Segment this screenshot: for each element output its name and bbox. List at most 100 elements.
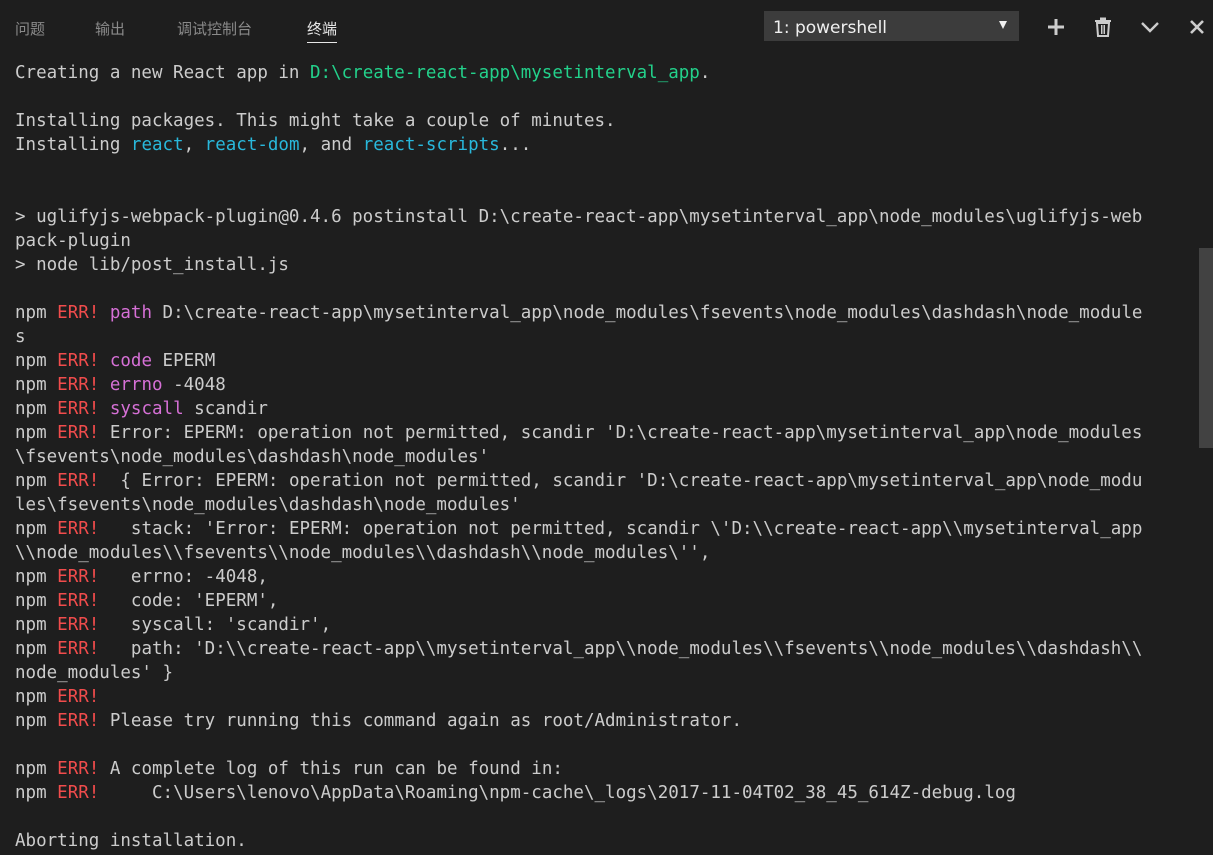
tab-problems[interactable]: 问题 [15,18,45,40]
terminal-text: npm [15,639,58,659]
terminal-text: pack-plugin [15,231,131,251]
terminal-scrollbar[interactable] [1199,56,1213,855]
terminal-text: \\node_modules\\fsevents\\node_modules\\… [15,543,711,563]
panel-header: 问题 输出 调试控制台 终端 1: powershell [0,0,1213,56]
terminal-text: ERR! [57,303,100,323]
terminal-text: stack: 'Error: EPERM: operation not perm… [99,519,1143,539]
terminal-text: npm [15,783,58,803]
terminal-text: react-scripts [362,135,500,155]
terminal-text: ERR! [57,591,100,611]
terminal-text: Aborting installation. [15,831,247,851]
terminal-text: npm [15,351,58,371]
terminal-text: npm [15,591,58,611]
terminal-text: react-dom [204,135,300,155]
terminal-line: npm ERR! code EPERM [15,349,1195,373]
terminal-select[interactable]: 1: powershell [764,11,1019,41]
terminal-text: les\fsevents\node_modules\dashdash\node_… [15,495,521,515]
terminal-text: ERR! [57,567,100,587]
terminal-line: npm ERR! stack: 'Error: EPERM: operation… [15,517,1195,541]
terminal-text: > node lib/post_install.js [15,255,289,275]
terminal-line: npm ERR! errno: -4048, [15,565,1195,589]
terminal-line: npm ERR! [15,685,1195,709]
close-panel-button[interactable] [1184,13,1210,41]
terminal-line: npm ERR! Please try running this command… [15,709,1195,733]
terminal-text: ... [499,135,532,155]
terminal-line: s [15,325,1195,349]
terminal-text: code [109,351,153,371]
terminal-line: Installing packages. This might take a c… [15,109,1195,133]
terminal-line: npm ERR! syscall scandir [15,397,1195,421]
terminal-line: npm ERR! path: 'D:\\create-react-app\\my… [15,637,1195,661]
terminal-select-value: 1: powershell [773,18,888,38]
terminal-text: ERR! [57,375,100,395]
terminal-text: { Error: EPERM: operation not permitted,… [99,471,1143,491]
terminal-text: , and [299,135,363,155]
terminal-line: \\node_modules\\fsevents\\node_modules\\… [15,541,1195,565]
terminal-text: ERR! [57,639,100,659]
scrollbar-thumb[interactable] [1199,248,1213,448]
terminal-text: Creating a new React app in [15,63,311,83]
terminal-text: EPERM [152,351,216,371]
tab-terminal[interactable]: 终端 [307,18,338,43]
terminal-text: ERR! [57,783,100,803]
terminal-text: npm [15,471,58,491]
terminal-text: ERR! [57,399,100,419]
terminal-text: . [699,63,711,83]
terminal-text: -4048 [162,375,226,395]
terminal-line: > uglifyjs-webpack-plugin@0.4.6 postinst… [15,205,1195,229]
terminal-output[interactable]: Creating a new React app in D:\create-re… [15,61,1195,853]
terminal-text: A complete log of this run can be found … [99,759,563,779]
terminal-line: npm ERR! syscall: 'scandir', [15,613,1195,637]
close-icon [1190,20,1204,34]
terminal-text: syscall: 'scandir', [99,615,332,635]
tab-output[interactable]: 输出 [95,18,125,40]
terminal-text: syscall [109,399,184,419]
terminal-text: npm [15,399,58,419]
terminal-text: errno [109,375,163,395]
terminal-text: npm [15,303,58,323]
terminal-text: npm [15,567,58,587]
terminal-text: npm [15,711,58,731]
terminal-text: react [130,135,184,155]
terminal-text: C:\Users\lenovo\AppData\Roaming\npm-cach… [99,783,1016,803]
terminal-line: Aborting installation. [15,829,1195,853]
terminal-text: ERR! [57,423,100,443]
terminal-line: npm ERR! errno -4048 [15,373,1195,397]
terminal-line: node_modules' } [15,661,1195,685]
add-icon [1048,19,1064,35]
terminal-text: s [15,327,26,347]
chevron-down-icon [1141,22,1159,33]
maximize-panel-button[interactable] [1137,13,1163,41]
terminal-text: scandir [183,399,268,419]
terminal-text: \fsevents\node_modules\dashdash\node_mod… [15,447,490,467]
terminal-text: Installing packages. This might take a c… [15,111,616,131]
terminal-text: ERR! [57,519,100,539]
terminal-text: npm [15,759,58,779]
terminal-line: \fsevents\node_modules\dashdash\node_mod… [15,445,1195,469]
terminal-text: npm [15,519,58,539]
terminal-line: Creating a new React app in D:\create-re… [15,61,1195,85]
add-terminal-button[interactable] [1043,13,1069,41]
kill-terminal-button[interactable] [1090,13,1116,41]
terminal-line: > node lib/post_install.js [15,253,1195,277]
terminal-text: code: 'EPERM', [99,591,279,611]
terminal-text: D:\create-react-app\mysetinterval_app\no… [152,303,1143,323]
terminal-text: path [109,303,153,323]
terminal-text: npm [15,615,58,635]
terminal-text: npm [15,423,58,443]
tab-debug-console[interactable]: 调试控制台 [177,18,252,40]
terminal-text: Error: EPERM: operation not permitted, s… [99,423,1143,443]
terminal-text: ERR! [57,687,100,707]
terminal-text: path: 'D:\\create-react-app\\mysetinterv… [99,639,1143,659]
chevron-down-icon [999,21,1007,29]
